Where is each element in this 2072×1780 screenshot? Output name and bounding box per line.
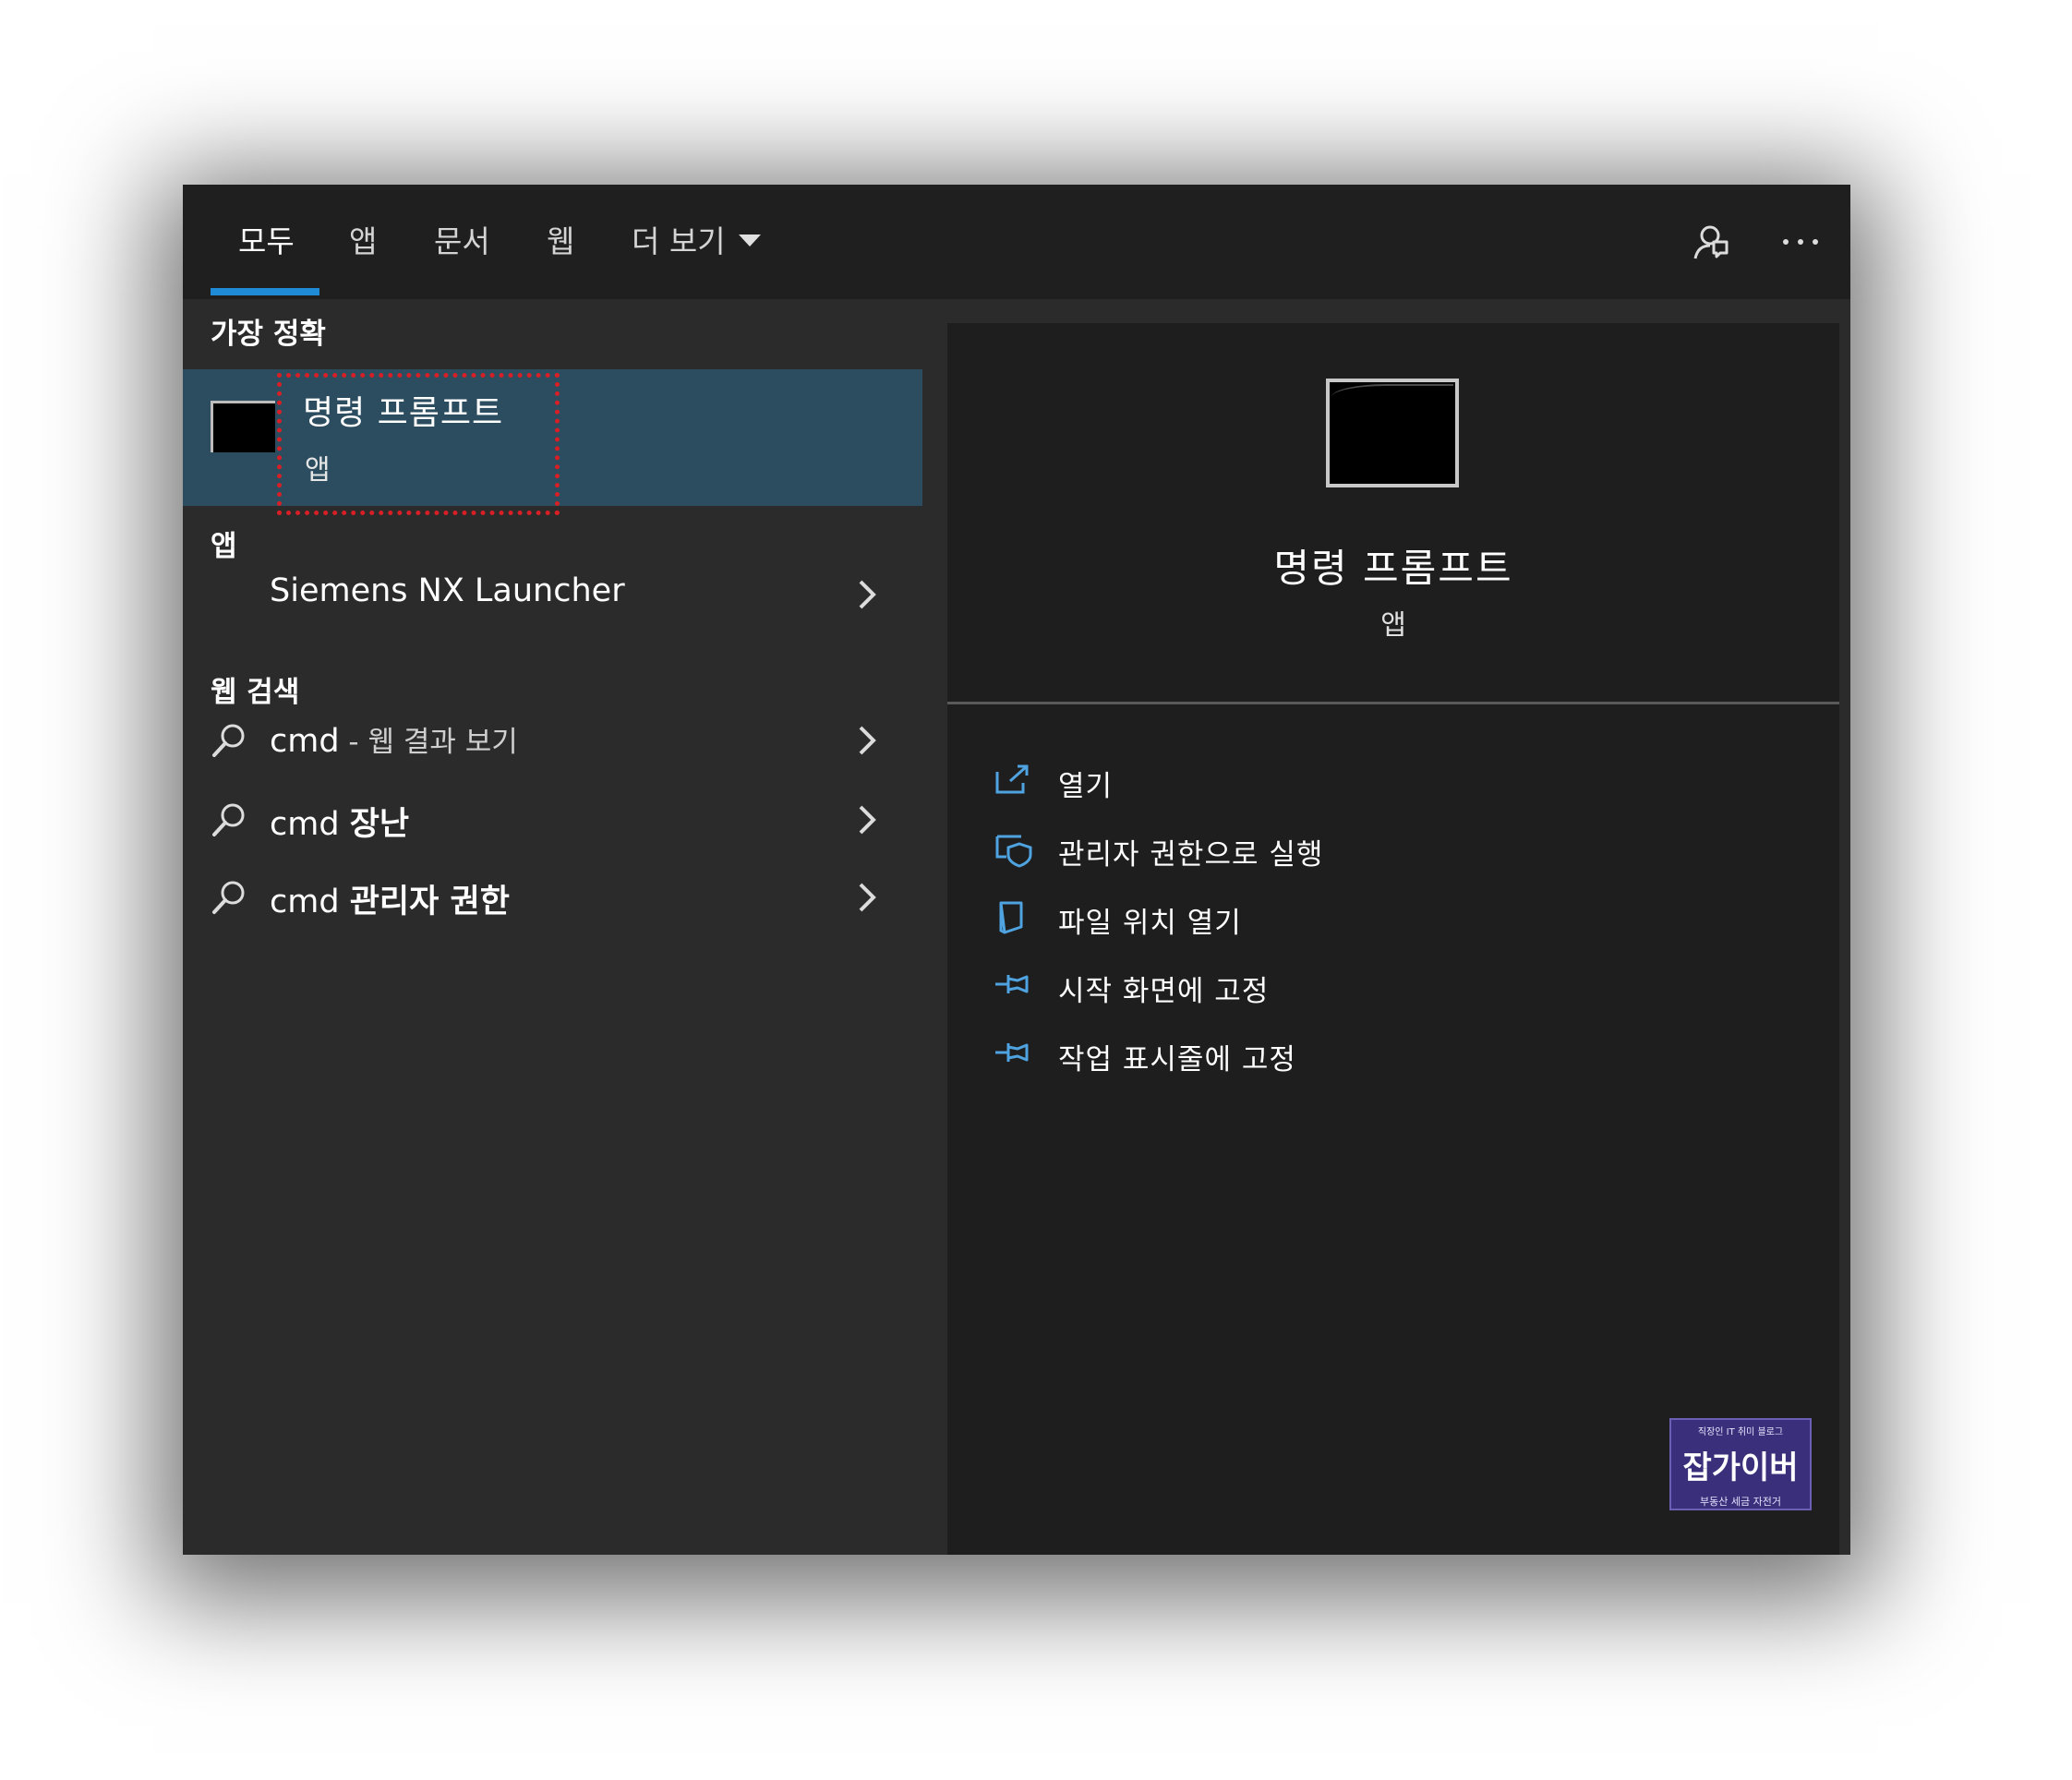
- web-result-query: cmd: [270, 723, 340, 760]
- chevron-right-icon[interactable]: [855, 576, 879, 617]
- action-open-file-location[interactable]: 파일 위치 열기: [994, 890, 1640, 945]
- active-tab-indicator: [211, 288, 319, 295]
- results-list: 가장 정확 명령 프롬프트 앱 앱 Siemens NX Launcher 웹 …: [183, 299, 922, 1555]
- action-open[interactable]: 열기: [994, 753, 1640, 809]
- action-label: 관리자 권한으로 실행: [1058, 838, 1324, 872]
- preview-pane: 명령 프롬프트 앱 열기 관리자 권한으로 실행 파일 위치 열기 시작 화면에…: [947, 323, 1839, 1555]
- action-pin-to-taskbar[interactable]: 작업 표시줄에 고정: [994, 1027, 1640, 1082]
- web-result-text: cmd 관리자 권한: [270, 875, 510, 922]
- tab-documents[interactable]: 문서: [434, 220, 490, 264]
- search-icon: [209, 720, 249, 764]
- chevron-right-icon[interactable]: [855, 879, 879, 920]
- preview-subtitle: 앱: [1380, 609, 1406, 642]
- chevron-down-icon: [738, 235, 761, 247]
- web-result-text: cmd 장난: [270, 798, 409, 845]
- pin-icon: [994, 968, 1034, 1004]
- web-result-query: cmd: [270, 884, 340, 920]
- action-label: 파일 위치 열기: [1058, 907, 1242, 940]
- highlight-box: [277, 373, 560, 515]
- app-result-siemens-nx[interactable]: Siemens NX Launcher: [183, 556, 922, 633]
- best-match-header: 가장 정확: [211, 318, 326, 351]
- tab-more-label: 더 보기: [632, 223, 726, 259]
- more-options-icon[interactable]: [1780, 222, 1821, 266]
- tab-web[interactable]: 웹: [547, 220, 574, 264]
- watermark-logo: 직장인 IT 취미 블로그 잡가이버 부동산 세금 자전거: [1669, 1418, 1812, 1510]
- feedback-icon[interactable]: [1690, 222, 1730, 266]
- search-icon: [209, 877, 249, 921]
- action-label: 작업 표시줄에 고정: [1058, 1043, 1296, 1076]
- watermark-main-text: 잡가이버: [1682, 1449, 1799, 1486]
- web-result-row[interactable]: cmd 장난: [183, 781, 922, 859]
- tab-more[interactable]: 더 보기: [632, 220, 761, 264]
- action-run-as-admin[interactable]: 관리자 권한으로 실행: [994, 822, 1640, 877]
- web-result-bold: 관리자 권한: [349, 884, 510, 920]
- open-icon: [994, 763, 1032, 800]
- command-prompt-large-icon: [1326, 379, 1459, 487]
- web-result-row[interactable]: cmd - 웹 결과 보기: [183, 702, 922, 779]
- web-result-row[interactable]: cmd 관리자 권한: [183, 859, 922, 936]
- chevron-right-icon[interactable]: [855, 801, 879, 842]
- action-pin-to-start[interactable]: 시작 화면에 고정: [994, 958, 1640, 1014]
- watermark-bottom-text: 부동산 세금 자전거: [1700, 1496, 1781, 1508]
- pin-icon: [994, 1036, 1034, 1073]
- divider: [947, 702, 1839, 704]
- preview-title: 명령 프롬프트: [1273, 546, 1513, 591]
- watermark-top-text: 직장인 IT 취미 블로그: [1697, 1427, 1784, 1437]
- app-result-label: Siemens NX Launcher: [270, 572, 625, 609]
- web-result-suffix: - 웹 결과 보기: [339, 726, 518, 759]
- tab-bar: 모두 앱 문서 웹 더 보기: [183, 185, 1850, 299]
- command-prompt-app-icon: [211, 401, 275, 452]
- best-match-item[interactable]: 명령 프롬프트 앱: [183, 369, 922, 515]
- web-result-text: cmd - 웹 결과 보기: [270, 718, 518, 760]
- action-label: 시작 화면에 고정: [1058, 975, 1270, 1008]
- chevron-right-icon[interactable]: [855, 722, 879, 763]
- shield-icon: [994, 831, 1034, 872]
- search-window: 모두 앱 문서 웹 더 보기 가장 정확 명령 프롬프트 앱 앱 Siemens…: [183, 185, 1850, 1555]
- web-result-bold: 장난: [349, 806, 410, 843]
- action-label: 열기: [1058, 770, 1114, 803]
- web-result-query: cmd: [270, 806, 340, 843]
- tab-apps[interactable]: 앱: [349, 220, 377, 264]
- tab-all[interactable]: 모두: [238, 220, 295, 264]
- file-location-icon: [994, 899, 1030, 942]
- search-icon: [209, 800, 249, 844]
